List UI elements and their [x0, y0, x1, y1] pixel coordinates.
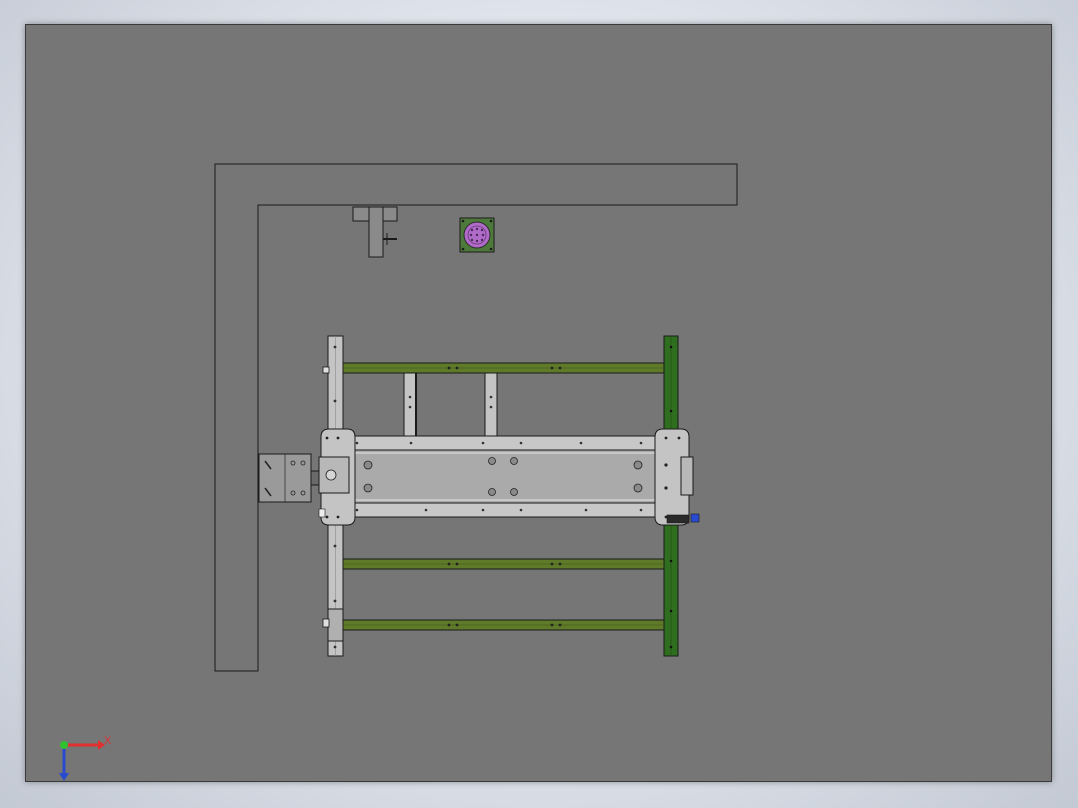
crossbar-bottom — [342, 619, 665, 631]
gantry-carriage — [346, 435, 656, 518]
axis-y-icon — [60, 741, 68, 749]
crossbar-top — [342, 362, 665, 374]
axis-z-arrow-icon — [59, 773, 69, 781]
top-bracket — [352, 206, 398, 258]
round-connector-icon — [459, 217, 495, 253]
vertical-struts — [403, 372, 498, 438]
motor-mount-block — [258, 453, 322, 503]
cad-viewport[interactable]: X Z — [25, 24, 1052, 783]
assembly-top-view: X Z — [59, 163, 738, 783]
left-end-plate — [318, 428, 356, 526]
axis-z-label: Z — [60, 782, 67, 783]
orientation-triad[interactable]: X Z — [59, 735, 112, 783]
right-end-plate — [654, 428, 700, 526]
crossbar-middle — [342, 558, 665, 570]
axis-x-label: X — [104, 735, 112, 747]
